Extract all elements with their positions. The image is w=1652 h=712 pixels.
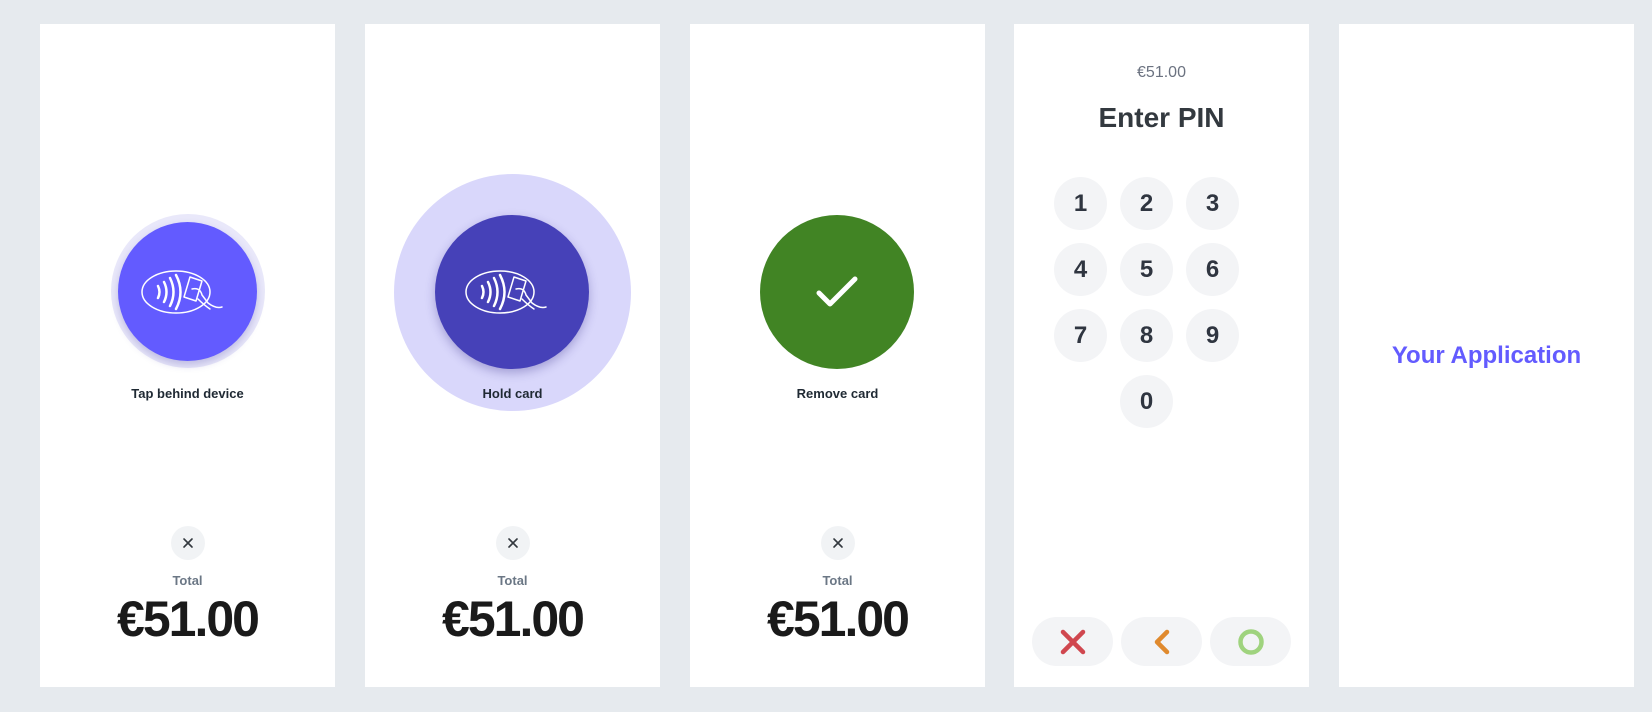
- app-label: Your Application: [1391, 342, 1582, 369]
- total-amount: €51.00: [767, 591, 910, 647]
- pin-cancel-button[interactable]: [1032, 617, 1113, 666]
- close-icon: [508, 538, 518, 548]
- status-label: Hold card: [482, 386, 543, 401]
- backspace-chevron-icon: [1154, 629, 1169, 654]
- close-icon: [183, 538, 193, 548]
- pin-key-9[interactable]: 9: [1186, 309, 1239, 362]
- contactless-disc: [435, 215, 589, 369]
- pin-key-3[interactable]: 3: [1186, 177, 1239, 230]
- confirm-circle-icon: [1237, 628, 1264, 655]
- status-label: Remove card: [796, 386, 879, 401]
- pin-key-1[interactable]: 1: [1054, 177, 1107, 230]
- total-amount: €51.00: [117, 591, 260, 647]
- close-button[interactable]: [171, 526, 205, 560]
- payment-screen-remove: Remove card Total €51.00: [690, 24, 985, 687]
- close-button[interactable]: [496, 526, 530, 560]
- contactless-disc: [118, 222, 257, 361]
- contactless-card-icon: [140, 269, 223, 314]
- total-label: Total: [497, 573, 528, 588]
- cancel-x-icon: [1060, 629, 1085, 654]
- total-label: Total: [822, 573, 853, 588]
- pin-backspace-button[interactable]: [1121, 617, 1202, 666]
- application-screen: Your Application: [1339, 24, 1634, 687]
- status-label: Tap behind device: [131, 386, 244, 401]
- pin-title: Enter PIN: [1098, 102, 1225, 133]
- pin-key-5[interactable]: 5: [1120, 243, 1173, 296]
- pin-key-6[interactable]: 6: [1186, 243, 1239, 296]
- pin-key-4[interactable]: 4: [1054, 243, 1107, 296]
- close-icon: [833, 538, 843, 548]
- pin-confirm-button[interactable]: [1210, 617, 1291, 666]
- pin-key-2[interactable]: 2: [1120, 177, 1173, 230]
- success-disc: [760, 215, 914, 369]
- pin-key-0[interactable]: 0: [1120, 375, 1173, 428]
- total-amount: €51.00: [442, 591, 585, 647]
- pin-key-7[interactable]: 7: [1054, 309, 1107, 362]
- close-button[interactable]: [821, 526, 855, 560]
- pin-amount: €51.00: [1137, 64, 1186, 81]
- total-label: Total: [172, 573, 203, 588]
- checkmark-icon: [816, 276, 858, 307]
- pin-entry-screen: €51.00 Enter PIN 1 2 3 4 5 6 7 8 9 0: [1014, 24, 1309, 687]
- payment-screen-tap: Tap behind device Total €51.00: [40, 24, 335, 687]
- pin-key-8[interactable]: 8: [1120, 309, 1173, 362]
- payment-screen-hold: Hold card Total €51.00: [365, 24, 660, 687]
- contactless-card-icon: [465, 270, 547, 314]
